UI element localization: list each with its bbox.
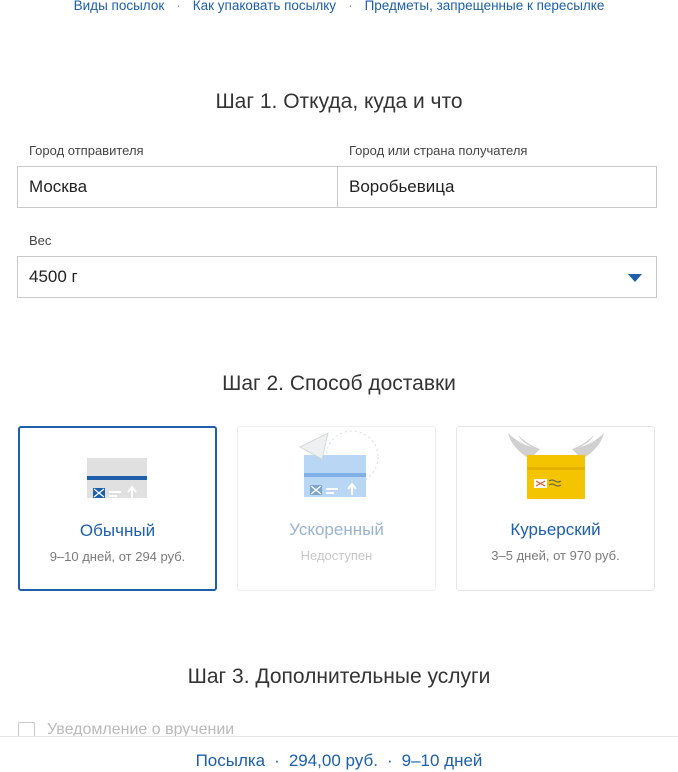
nav-link-prohibited-items[interactable]: Предметы, запрещенные к пересылке <box>365 0 605 13</box>
delivery-option-desc: 9–10 дней, от 294 руб. <box>49 549 186 564</box>
nav-separator: · <box>348 0 353 13</box>
step1-title: Шаг 1. Откуда, куда и что <box>215 90 463 113</box>
express-parcel-icon <box>298 430 378 497</box>
delivery-option-name: Ускоренный <box>289 520 384 539</box>
delivery-option-desc: 3–5 дней, от 970 руб. <box>491 548 620 563</box>
receiver-city-label: Город или страна получателя <box>349 143 528 158</box>
weight-label: Вес <box>29 233 52 248</box>
summary-separator: · <box>386 751 393 770</box>
order-summary-bar: Посылка · 294,00 руб. · 9–10 дней <box>0 736 678 772</box>
nav-link-how-to-pack[interactable]: Как упаковать посылку <box>193 0 336 13</box>
step2-title: Шаг 2. Способ доставки <box>222 372 456 395</box>
chevron-down-icon <box>628 274 642 282</box>
step3-title: Шаг 3. Дополнительные услуги <box>187 665 491 688</box>
nav-link-parcel-types[interactable]: Виды посылок <box>74 0 165 13</box>
weight-select[interactable]: 4500 г <box>17 256 657 298</box>
standard-parcel-icon <box>86 458 147 498</box>
top-nav: Виды посылок · Как упаковать посылку · Предм… <box>0 0 678 16</box>
receiver-city-input[interactable]: Воробьевица <box>337 166 657 208</box>
delivery-option-courier[interactable]: Курьерский 3–5 дней, от 970 руб. <box>456 426 655 591</box>
summary-price: 294,00 руб. <box>288 751 378 770</box>
delivery-option-standard[interactable]: Обычный 9–10 дней, от 294 руб. <box>18 426 217 591</box>
summary-separator: · <box>274 751 280 770</box>
sender-city-input[interactable]: Москва <box>17 166 337 208</box>
delivery-option-express: Ускоренный Недоступен <box>237 426 436 591</box>
weight-value: 4500 г <box>29 267 78 286</box>
delivery-option-desc: Недоступен <box>300 548 373 563</box>
summary-duration: 9–10 дней <box>401 751 483 770</box>
delivery-option-name: Курьерский <box>510 520 601 539</box>
nav-separator: · <box>176 0 181 13</box>
delivery-option-name: Обычный <box>79 521 156 540</box>
courier-winged-parcel-icon <box>507 433 604 499</box>
summary-type: Посылка <box>195 751 266 770</box>
sender-city-label: Город отправителя <box>29 143 144 158</box>
